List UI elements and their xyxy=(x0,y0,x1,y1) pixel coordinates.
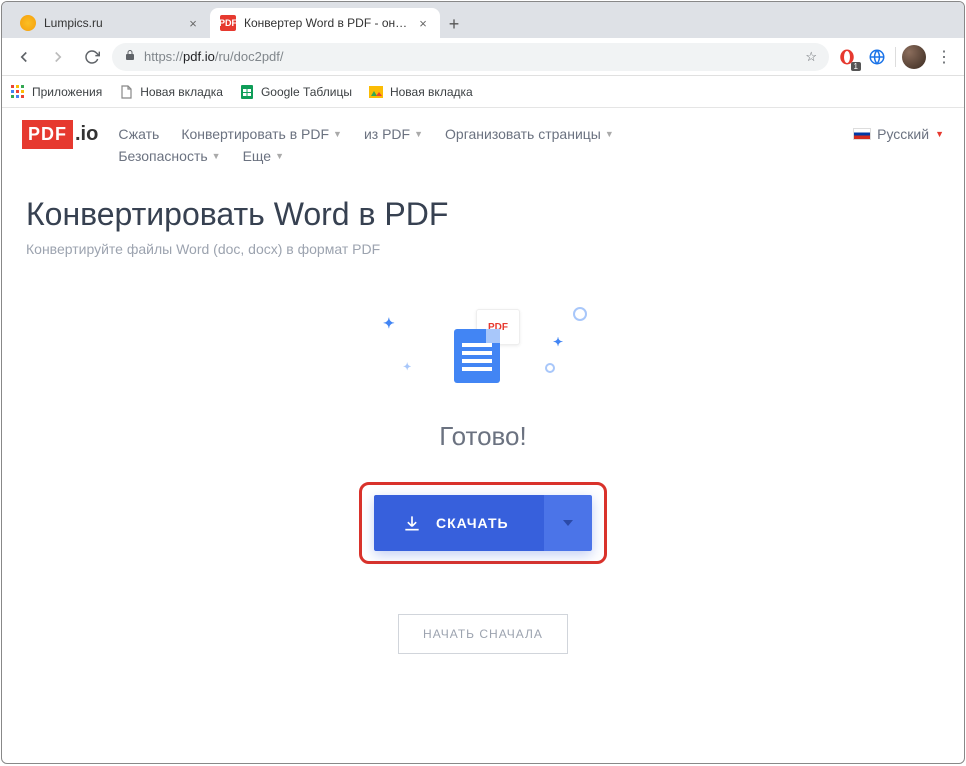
address-bar[interactable]: https://pdf.io/ru/doc2pdf/ ☆ xyxy=(112,43,829,71)
bookmark-newtab-2[interactable]: Новая вкладка xyxy=(368,84,473,100)
browser-tab-lumpics[interactable]: Lumpics.ru × xyxy=(10,8,210,38)
reload-button[interactable] xyxy=(78,43,106,71)
bookmark-label: Google Таблицы xyxy=(261,85,352,99)
download-icon xyxy=(402,513,422,533)
circle-icon xyxy=(545,363,555,373)
extension-badge: 1 xyxy=(851,62,861,71)
flag-ru-icon xyxy=(853,128,871,140)
bookmark-label: Новая вкладка xyxy=(140,85,223,99)
bookmark-newtab-1[interactable]: Новая вкладка xyxy=(118,84,223,100)
word-doc-icon xyxy=(454,329,500,383)
circle-icon xyxy=(573,307,587,321)
page-title: Конвертировать Word в PDF xyxy=(26,196,940,233)
tab-close-icon[interactable]: × xyxy=(186,16,200,30)
forward-button[interactable] xyxy=(44,43,72,71)
extension-globe-icon[interactable] xyxy=(865,45,889,69)
language-selector[interactable]: Русский ▼ xyxy=(853,120,944,142)
conversion-illustration: ✦ ✦ ✦ PDF xyxy=(26,307,940,397)
nav-organize-pages[interactable]: Организовать страницы▼ xyxy=(445,126,614,142)
page-icon xyxy=(118,84,134,100)
bookmark-star-icon[interactable]: ☆ xyxy=(805,49,817,65)
tab-title: Lumpics.ru xyxy=(44,16,180,30)
nav-from-pdf[interactable]: из PDF▼ xyxy=(364,126,423,142)
nav-more[interactable]: Еще▼ xyxy=(243,148,284,164)
browser-tab-pdfio[interactable]: PDF Конвертер Word в PDF - онлай... × xyxy=(210,8,440,38)
site-logo[interactable]: PDF .io xyxy=(22,120,98,149)
favicon-icon xyxy=(20,15,36,31)
nav-security[interactable]: Безопасность▼ xyxy=(118,148,220,164)
url-text: https://pdf.io/ru/doc2pdf/ xyxy=(144,49,797,64)
profile-avatar[interactable] xyxy=(902,45,926,69)
bookmarks-bar: Приложения Новая вкладка Google Таблицы … xyxy=(2,76,964,108)
status-ready-text: Готово! xyxy=(26,421,940,452)
site-nav: Сжать Конвертировать в PDF▼ из PDF▼ Орга… xyxy=(118,120,678,164)
logo-pdf-badge: PDF xyxy=(22,120,73,149)
tab-close-icon[interactable]: × xyxy=(416,16,430,30)
download-button-group: СКАЧАТЬ xyxy=(374,495,592,551)
bookmark-label: Новая вкладка xyxy=(390,85,473,99)
lock-icon xyxy=(124,49,136,64)
download-dropdown-button[interactable] xyxy=(544,495,592,551)
main-content: Конвертировать Word в PDF Конвертируйте … xyxy=(2,176,964,694)
tab-title: Конвертер Word в PDF - онлай... xyxy=(244,16,410,30)
extension-opera-icon[interactable]: 1 xyxy=(835,45,859,69)
new-tab-button[interactable]: + xyxy=(440,10,468,38)
site-header: PDF .io Сжать Конвертировать в PDF▼ из P… xyxy=(2,108,964,176)
spark-icon: ✦ xyxy=(553,335,563,349)
nav-compress[interactable]: Сжать xyxy=(118,126,159,142)
page-viewport: PDF .io Сжать Конвертировать в PDF▼ из P… xyxy=(2,108,964,763)
restart-button[interactable]: НАЧАТЬ СНАЧАЛА xyxy=(398,614,568,654)
language-label: Русский xyxy=(877,126,929,142)
chevron-down-icon xyxy=(563,520,573,526)
apps-icon xyxy=(10,84,26,100)
logo-io-text: .io xyxy=(75,123,98,146)
spark-icon: ✦ xyxy=(383,315,395,332)
favicon-icon: PDF xyxy=(220,15,236,31)
chevron-down-icon: ▼ xyxy=(414,129,423,139)
download-highlight-frame: СКАЧАТЬ xyxy=(359,482,607,564)
chevron-down-icon: ▼ xyxy=(275,151,284,161)
image-icon xyxy=(368,84,384,100)
nav-convert-to-pdf[interactable]: Конвертировать в PDF▼ xyxy=(181,126,342,142)
bookmark-label: Приложения xyxy=(32,85,102,99)
chevron-down-icon: ▼ xyxy=(212,151,221,161)
back-button[interactable] xyxy=(10,43,38,71)
bookmark-sheets[interactable]: Google Таблицы xyxy=(239,84,352,100)
spark-icon: ✦ xyxy=(403,362,411,373)
sheets-icon xyxy=(239,84,255,100)
page-subtitle: Конвертируйте файлы Word (doc, docx) в ф… xyxy=(26,241,940,257)
browser-tabstrip: Lumpics.ru × PDF Конвертер Word в PDF - … xyxy=(2,2,964,38)
chevron-down-icon: ▼ xyxy=(935,129,944,139)
bookmark-apps[interactable]: Приложения xyxy=(10,84,102,100)
browser-menu-button[interactable]: ⋮ xyxy=(932,45,956,69)
download-label: СКАЧАТЬ xyxy=(436,515,509,531)
download-button[interactable]: СКАЧАТЬ xyxy=(374,495,544,551)
browser-toolbar: https://pdf.io/ru/doc2pdf/ ☆ 1 ⋮ xyxy=(2,38,964,76)
chevron-down-icon: ▼ xyxy=(605,129,614,139)
chevron-down-icon: ▼ xyxy=(333,129,342,139)
